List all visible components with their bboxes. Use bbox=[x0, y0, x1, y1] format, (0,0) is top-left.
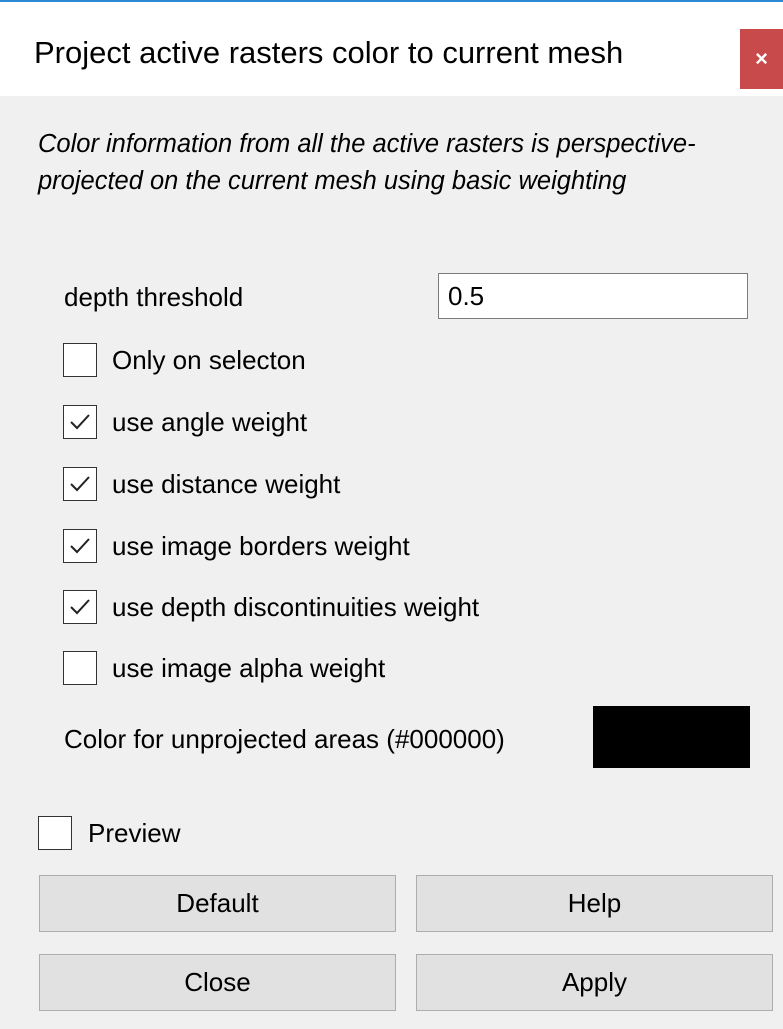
preview-label: Preview bbox=[88, 818, 181, 848]
default-button[interactable]: Default bbox=[39, 875, 396, 932]
use-depth-discontinuities-weight-label: use depth discontinuities weight bbox=[112, 592, 480, 622]
only-on-selection-label: Only on selecton bbox=[112, 345, 306, 375]
only-on-selection-checkbox[interactable] bbox=[63, 343, 97, 377]
help-button[interactable]: Help bbox=[416, 875, 773, 932]
checkmark-icon bbox=[70, 414, 90, 430]
checkmark-icon bbox=[70, 538, 90, 554]
close-window-button[interactable]: × bbox=[740, 29, 783, 89]
apply-button[interactable]: Apply bbox=[416, 954, 773, 1011]
title-bar: Project active rasters color to current … bbox=[0, 2, 783, 96]
filter-description: Color information from all the active ra… bbox=[38, 130, 696, 195]
use-angle-weight-checkbox[interactable] bbox=[63, 405, 97, 439]
use-image-borders-weight-label: use image borders weight bbox=[112, 531, 410, 561]
close-button[interactable]: Close bbox=[39, 954, 396, 1011]
use-angle-weight-label: use angle weight bbox=[112, 407, 308, 437]
use-distance-weight-label: use distance weight bbox=[112, 469, 341, 499]
checkmark-icon bbox=[70, 476, 90, 492]
depth-threshold-label: depth threshold bbox=[64, 282, 244, 312]
use-depth-discontinuities-weight-checkbox[interactable] bbox=[63, 590, 97, 624]
preview-checkbox[interactable] bbox=[38, 816, 72, 850]
unprojected-color-swatch-button[interactable] bbox=[593, 706, 750, 768]
unprojected-color-label: Color for unprojected areas (#000000) bbox=[64, 724, 505, 754]
use-image-alpha-weight-checkbox[interactable] bbox=[63, 651, 97, 685]
depth-threshold-input[interactable]: 0.5 bbox=[438, 273, 748, 319]
use-image-borders-weight-checkbox[interactable] bbox=[63, 529, 97, 563]
window-title: Project active rasters color to current … bbox=[34, 35, 624, 70]
checkmark-icon bbox=[70, 599, 90, 615]
use-distance-weight-checkbox[interactable] bbox=[63, 467, 97, 501]
use-image-alpha-weight-label: use image alpha weight bbox=[112, 653, 386, 683]
